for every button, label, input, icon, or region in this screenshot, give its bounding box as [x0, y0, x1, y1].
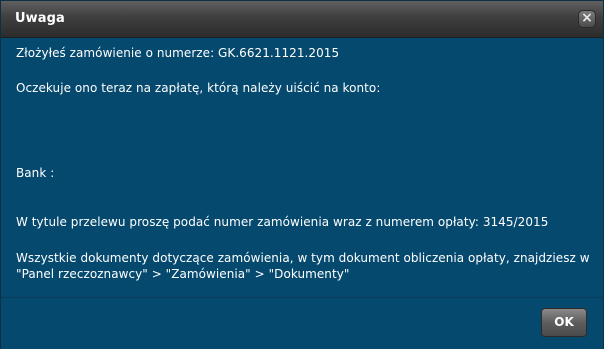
order-number-text: Złożyłeś zamówienie o numerze: GK.6621.1…	[16, 46, 340, 60]
documents-info-text: Wszystkie dokumenty dotyczące zamówienia…	[16, 251, 590, 265]
dialog-body: Złożyłeś zamówienie o numerze: GK.6621.1…	[1, 38, 603, 296]
transfer-title-text: W tytule przelewu proszę podać numer zam…	[16, 215, 549, 229]
documents-path-text: "Panel rzeczoznawcy" > "Zamówienia" > "D…	[16, 267, 350, 281]
bank-label: Bank :	[16, 166, 55, 180]
dialog-footer: OK	[1, 297, 603, 349]
ok-button[interactable]: OK	[541, 308, 587, 337]
dialog-title: Uwaga	[15, 11, 65, 26]
payment-info-text: Oczekuje ono teraz na zapłatę, którą nal…	[16, 81, 381, 95]
dialog-titlebar[interactable]: Uwaga ×	[1, 1, 603, 38]
close-icon[interactable]: ×	[578, 10, 596, 28]
dialog-window: Uwaga × Złożyłeś zamówienie o numerze: G…	[0, 0, 604, 349]
